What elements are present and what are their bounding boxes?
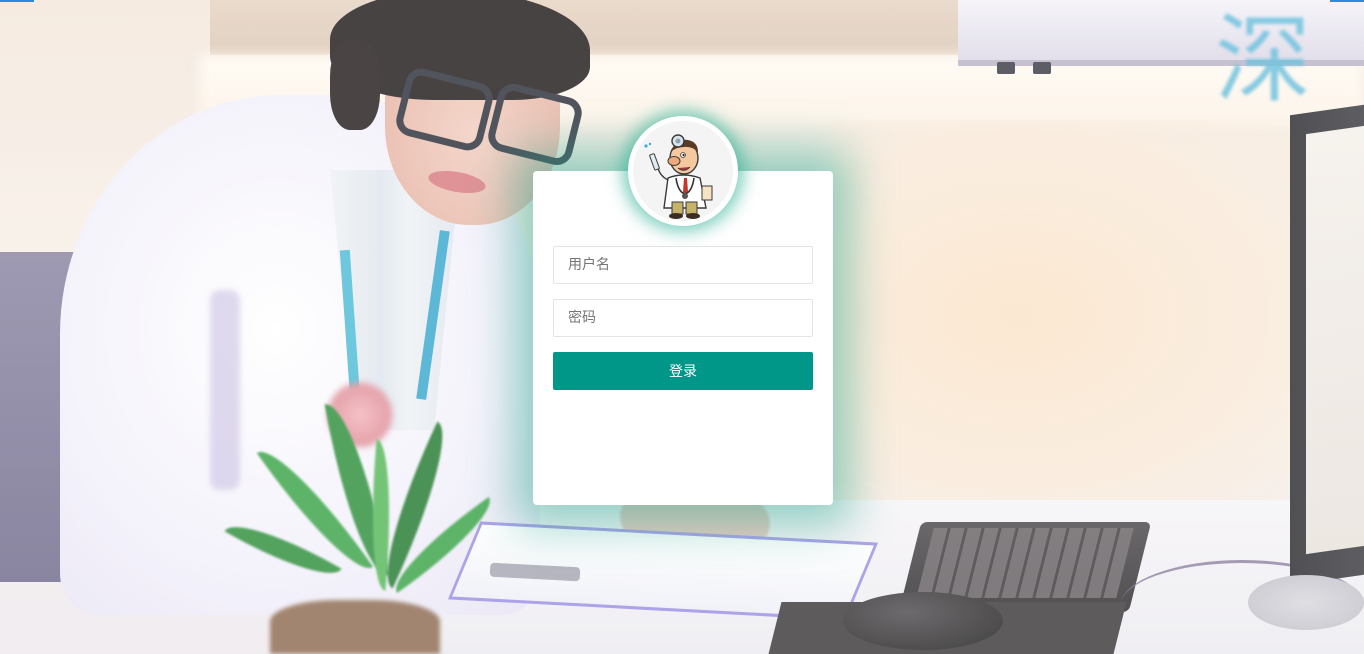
username-input[interactable]	[553, 246, 813, 284]
login-page: 深 登录	[0, 0, 1364, 654]
doctor-cartoon-icon	[644, 134, 713, 219]
avatar	[628, 116, 738, 226]
corner-accent-line	[0, 0, 34, 2]
corner-accent-line	[1330, 0, 1364, 2]
login-button[interactable]: 登录	[553, 352, 813, 390]
password-input[interactable]	[553, 299, 813, 337]
